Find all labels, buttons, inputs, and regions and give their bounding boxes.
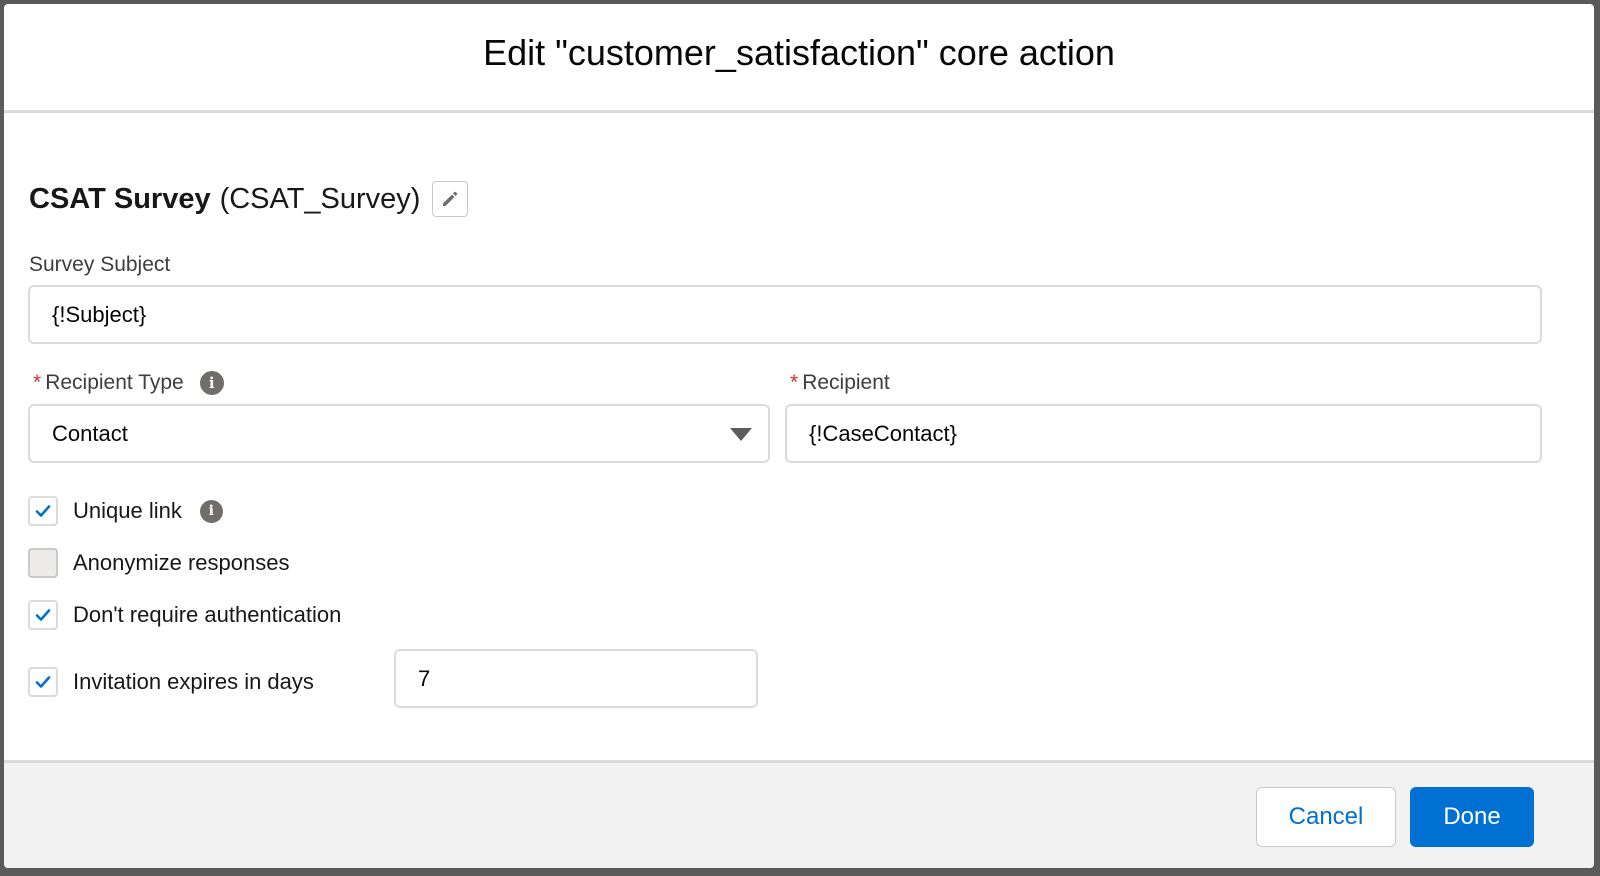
checkmark-icon — [35, 609, 51, 621]
action-heading: CSAT Survey (CSAT_Survey) — [29, 181, 469, 217]
modal-body: CSAT Survey (CSAT_Survey) Survey Subject… — [4, 113, 1594, 760]
recipient-type-label-text: Recipient Type — [45, 371, 184, 394]
modal-header: Edit "customer_satisfaction" core action — [4, 4, 1594, 113]
invitation-expires-checkbox[interactable] — [28, 667, 58, 697]
action-api-name: (CSAT_Survey) — [219, 182, 421, 215]
chevron-down-icon — [730, 427, 752, 441]
unique-link-option[interactable]: Unique link i — [28, 496, 223, 526]
action-name: CSAT Survey — [29, 182, 211, 215]
recipient-input[interactable]: {!CaseContact} — [785, 404, 1542, 463]
recipient-label-text: Recipient — [802, 371, 890, 394]
no-auth-label: Don't require authentication — [73, 602, 342, 627]
survey-subject-value: {!Subject} — [52, 301, 147, 327]
survey-subject-label-text: Survey Subject — [29, 253, 171, 276]
done-button[interactable]: Done — [1410, 787, 1534, 847]
cancel-button[interactable]: Cancel — [1256, 787, 1396, 847]
recipient-type-selected-value: Contact — [52, 420, 128, 446]
unique-link-label: Unique link — [73, 498, 182, 523]
anonymize-responses-label: Anonymize responses — [73, 550, 290, 575]
no-auth-checkbox[interactable] — [28, 600, 58, 630]
survey-subject-input[interactable]: {!Subject} — [28, 285, 1542, 344]
pencil-icon — [443, 191, 458, 206]
invitation-expires-label: Invitation expires in days — [73, 669, 314, 694]
required-marker: * — [790, 371, 799, 394]
invitation-expires-option[interactable]: Invitation expires in days — [28, 667, 314, 697]
info-icon[interactable]: i — [199, 499, 223, 523]
expiry-days-input[interactable]: 7 — [394, 649, 758, 708]
unique-link-checkbox[interactable] — [28, 496, 58, 526]
survey-subject-label: Survey Subject — [29, 253, 170, 277]
checkmark-icon — [35, 505, 51, 517]
required-marker: * — [33, 371, 42, 394]
modal-title: Edit "customer_satisfaction" core action — [483, 32, 1115, 73]
anonymize-responses-checkbox[interactable] — [28, 548, 58, 578]
no-auth-option[interactable]: Don't require authentication — [28, 600, 341, 630]
modal-footer: Cancel Done — [4, 760, 1594, 868]
edit-action-button[interactable] — [432, 181, 469, 217]
edit-core-action-modal: Edit "customer_satisfaction" core action… — [4, 4, 1594, 868]
recipient-value: {!CaseContact} — [809, 420, 957, 446]
recipient-label: * Recipient — [790, 371, 890, 395]
expiry-days-value: 7 — [418, 665, 431, 691]
info-icon[interactable]: i — [199, 371, 224, 395]
recipient-type-select[interactable]: Contact — [28, 404, 770, 463]
anonymize-responses-option[interactable]: Anonymize responses — [28, 548, 289, 578]
recipient-type-label: * Recipient Type i — [33, 371, 224, 395]
checkmark-icon — [35, 676, 51, 688]
